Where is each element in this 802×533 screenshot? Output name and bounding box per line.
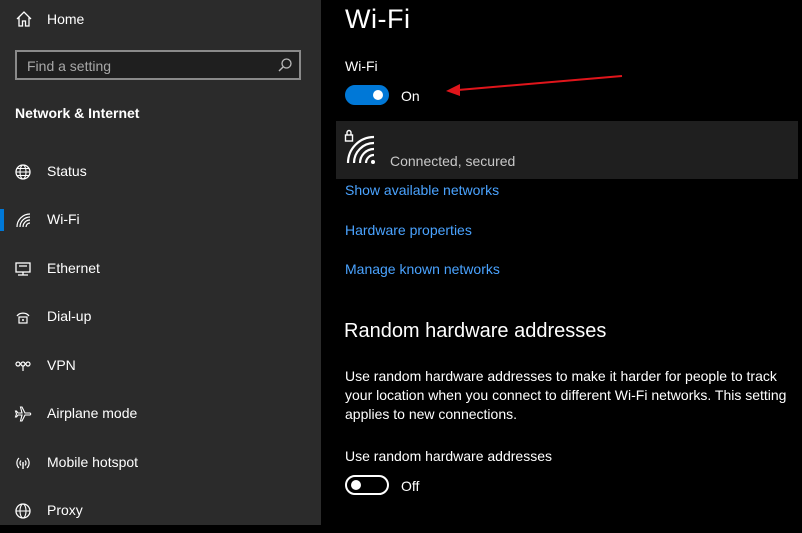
sidebar-item-proxy[interactable]: Proxy [0, 489, 321, 533]
dialup-icon [14, 308, 32, 326]
vpn-icon [14, 357, 32, 375]
hotspot-icon [14, 454, 32, 472]
show-available-networks-link[interactable]: Show available networks [345, 182, 499, 198]
sidebar-item-label: VPN [47, 357, 76, 373]
sidebar-item-status[interactable]: Status [0, 150, 321, 194]
random-addresses-toggle-state: Off [401, 478, 420, 494]
home-label: Home [47, 11, 85, 27]
page-title: Wi-Fi [345, 4, 411, 34]
wifi-secured-icon [344, 129, 378, 167]
airplane-icon [14, 405, 32, 423]
random-addresses-toggle[interactable] [345, 475, 389, 495]
sidebar-item-label: Dial-up [47, 308, 92, 324]
wifi-toggle[interactable] [345, 85, 389, 105]
network-status: Connected, secured [390, 153, 516, 169]
sidebar-item-airplane-mode[interactable]: Airplane mode [0, 392, 321, 436]
home-nav-item[interactable]: Home [0, 0, 321, 38]
hardware-properties-link[interactable]: Hardware properties [345, 222, 472, 238]
search-input[interactable]: Find a setting [15, 50, 301, 80]
sidebar-item-label: Status [47, 163, 87, 179]
sidebar-item-label: Ethernet [47, 260, 100, 276]
sidebar-item-wifi[interactable]: Wi-Fi [0, 198, 321, 242]
sidebar-item-label: Mobile hotspot [47, 454, 139, 470]
wifi-toggle-label: Wi-Fi [345, 58, 378, 74]
manage-known-networks-link[interactable]: Manage known networks [345, 261, 500, 277]
sidebar-item-vpn[interactable]: VPN [0, 344, 321, 388]
sidebar-item-mobile-hotspot[interactable]: Mobile hotspot [0, 441, 321, 485]
annotation-arrow [446, 75, 623, 96]
globe-icon [14, 163, 32, 181]
globe-icon [14, 502, 32, 520]
selection-indicator [0, 209, 4, 231]
wifi-toggle-state: On [401, 88, 420, 104]
sidebar-item-label: Wi-Fi [47, 211, 80, 227]
sidebar-item-ethernet[interactable]: Ethernet [0, 247, 321, 291]
wifi-icon [14, 211, 32, 229]
sidebar-item-label: Airplane mode [47, 405, 138, 421]
sidebar-item-dialup[interactable]: Dial-up [0, 295, 321, 339]
random-addresses-toggle-label: Use random hardware addresses [345, 448, 552, 464]
home-icon [15, 10, 33, 28]
ethernet-icon [14, 260, 32, 278]
toggle-knob [373, 90, 383, 100]
section-title: Network & Internet [15, 105, 140, 121]
random-addresses-heading: Random hardware addresses [344, 320, 607, 342]
random-addresses-description: Use random hardware addresses to make it… [345, 368, 787, 422]
sidebar: Home Find a setting Network & Internet S… [0, 0, 321, 525]
toggle-knob [351, 480, 361, 490]
search-icon[interactable] [277, 57, 293, 73]
connected-network-card[interactable]: Connected, secured [336, 121, 798, 179]
search-placeholder: Find a setting [27, 58, 112, 74]
sidebar-item-label: Proxy [47, 502, 83, 518]
